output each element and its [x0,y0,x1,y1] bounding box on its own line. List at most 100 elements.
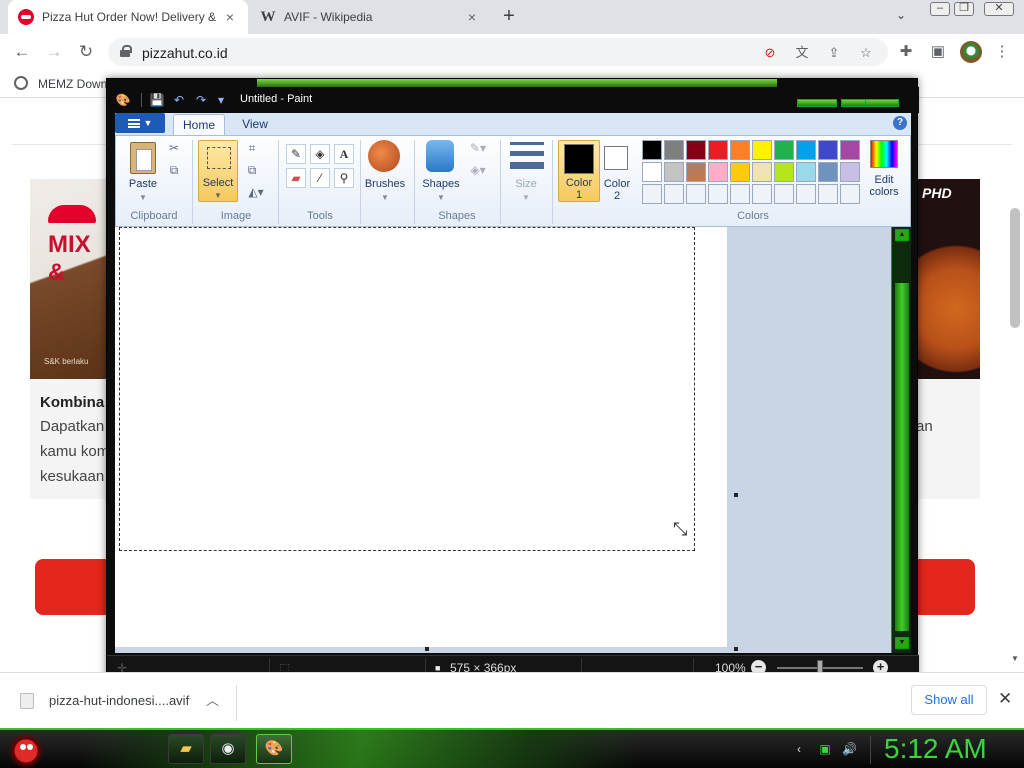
paint-file-menu-button[interactable]: ▼ [115,113,165,133]
tray-overflow-icon[interactable]: ‹ [792,742,806,756]
bookmark-star-icon[interactable]: ☆ [858,45,874,61]
size-icon[interactable] [510,142,544,169]
palette-swatch[interactable] [752,184,772,204]
edit-colors-label[interactable]: colors [864,186,904,199]
palette-swatch[interactable] [730,162,750,182]
start-button-angry-bird-icon[interactable] [6,730,46,768]
reload-icon[interactable]: ↻ [76,42,96,62]
palette-swatch[interactable] [840,184,860,204]
translate-icon[interactable]: 文 [794,45,810,61]
tab-avif-wikipedia[interactable]: W AVIF - Wikipedia × [250,0,490,34]
color-picker-icon[interactable]: ⁄ [310,168,330,188]
palette-swatch[interactable] [686,140,706,160]
close-window-button[interactable]: ✕ [984,2,1014,16]
palette-swatch[interactable] [752,140,772,160]
side-panel-icon[interactable]: ▣ [928,42,948,62]
page-scrollbar-thumb[interactable] [1010,208,1020,328]
canvas-resize-handle-corner[interactable] [734,647,738,651]
palette-swatch[interactable] [796,162,816,182]
chrome-taskbar-icon[interactable]: ◉ [210,734,246,764]
size-dropdown-icon[interactable]: ▼ [504,191,548,204]
copy-icon[interactable]: ⧉ [166,162,182,178]
download-filename[interactable]: pizza-hut-indonesi....avif [49,693,189,708]
text-tool-icon[interactable]: A [334,144,354,164]
paint-close-button[interactable] [865,99,899,107]
bookmark-memz[interactable]: MEMZ Down [38,77,107,91]
order-button-left[interactable] [35,559,115,615]
shapes-dropdown-icon[interactable]: ▼ [418,191,464,204]
palette-swatch[interactable] [708,184,728,204]
palette-swatch[interactable] [664,140,684,160]
select-button[interactable]: Select ▼ [198,140,238,202]
palette-swatch[interactable] [730,140,750,160]
battery-icon[interactable]: ▣ [818,742,832,756]
extensions-puzzle-icon[interactable]: ✚ [896,42,916,62]
edit-colors-icon[interactable] [870,140,898,168]
rotate-icon[interactable]: ◭▾ [244,184,268,200]
palette-swatch[interactable] [818,140,838,160]
palette-swatch[interactable] [774,184,794,204]
scrollbar-thumb[interactable] [895,283,909,631]
palette-swatch[interactable] [796,184,816,204]
fill-bucket-icon[interactable]: ◈ [310,144,330,164]
shapes-icon[interactable] [426,140,454,172]
palette-swatch[interactable] [664,184,684,204]
brushes-icon[interactable] [368,140,400,172]
palette-swatch[interactable] [840,162,860,182]
brushes-dropdown-icon[interactable]: ▼ [362,191,408,204]
crop-icon[interactable]: ⌗ [244,140,260,156]
paint-taskbar-icon[interactable]: 🎨 [256,734,292,764]
palette-swatch[interactable] [774,140,794,160]
minimize-button[interactable]: – [930,2,950,16]
redo-icon[interactable]: ↷ [193,93,209,107]
address-bar[interactable]: pizzahut.co.id ⊘ 文 ⇪ ☆ [108,38,888,66]
palette-swatch[interactable] [752,162,772,182]
palette-swatch[interactable] [642,162,662,182]
tab-view[interactable]: View [231,114,279,135]
blocked-icon[interactable]: ⊘ [762,45,778,61]
tab-close-icon[interactable]: × [222,9,238,25]
palette-swatch[interactable] [642,140,662,160]
palette-swatch[interactable] [818,184,838,204]
palette-swatch[interactable] [686,162,706,182]
palette-swatch[interactable] [774,162,794,182]
tab-home[interactable]: Home [173,114,225,135]
promo-image-mix[interactable]: MIX & S&K berlaku [30,179,110,379]
brushes-button[interactable]: Brushes [362,178,408,191]
color2-number[interactable]: 2 [600,190,634,203]
lock-icon[interactable] [120,45,132,57]
drawing-canvas[interactable]: ⤡ [115,227,727,647]
size-button[interactable]: Size [504,178,548,191]
shapes-button[interactable]: Shapes [418,178,464,191]
pencil-icon[interactable]: ✎ [286,144,306,164]
promo-image-phd[interactable]: PHD [916,179,980,379]
scroll-down-arrow-icon[interactable]: ▼ [895,637,909,649]
close-downloads-icon[interactable]: ✕ [998,689,1012,709]
scroll-down-arrow-icon[interactable]: ▼ [1011,654,1019,663]
paint-app-icon[interactable]: 🎨 [115,93,131,107]
fill-icon[interactable]: ◈▾ [466,162,490,178]
canvas-vertical-scrollbar[interactable]: ▲ ▼ [891,227,911,653]
canvas-resize-handle-right[interactable] [734,493,738,497]
url-text[interactable]: pizzahut.co.id [142,45,228,61]
cut-icon[interactable]: ✂ [166,140,182,156]
order-button-right[interactable] [912,559,975,615]
canvas-resize-handle-bottom[interactable] [425,647,429,651]
canvas-workspace[interactable]: ⤡ [115,227,891,653]
back-arrow-icon[interactable]: ← [12,42,32,62]
download-options-chevron-icon[interactable]: ︿ [206,690,219,709]
volume-icon[interactable]: 🔊 [842,742,857,756]
paint-minimize-button[interactable] [797,99,837,107]
taskbar-clock[interactable]: 5:12 AM [884,733,987,765]
file-explorer-taskbar-icon[interactable]: ▰ [168,734,204,764]
profile-avatar[interactable] [960,41,982,63]
magnifier-icon[interactable]: ⚲ [334,168,354,188]
help-icon[interactable]: ? [893,116,907,130]
save-icon[interactable]: 💾 [149,93,165,107]
menu-dots-icon[interactable]: ⋮ [992,42,1012,62]
palette-swatch[interactable] [708,162,728,182]
undo-icon[interactable]: ↶ [171,93,187,107]
palette-swatch[interactable] [796,140,816,160]
eraser-icon[interactable]: ▰ [286,168,306,188]
paste-icon[interactable] [130,142,156,174]
